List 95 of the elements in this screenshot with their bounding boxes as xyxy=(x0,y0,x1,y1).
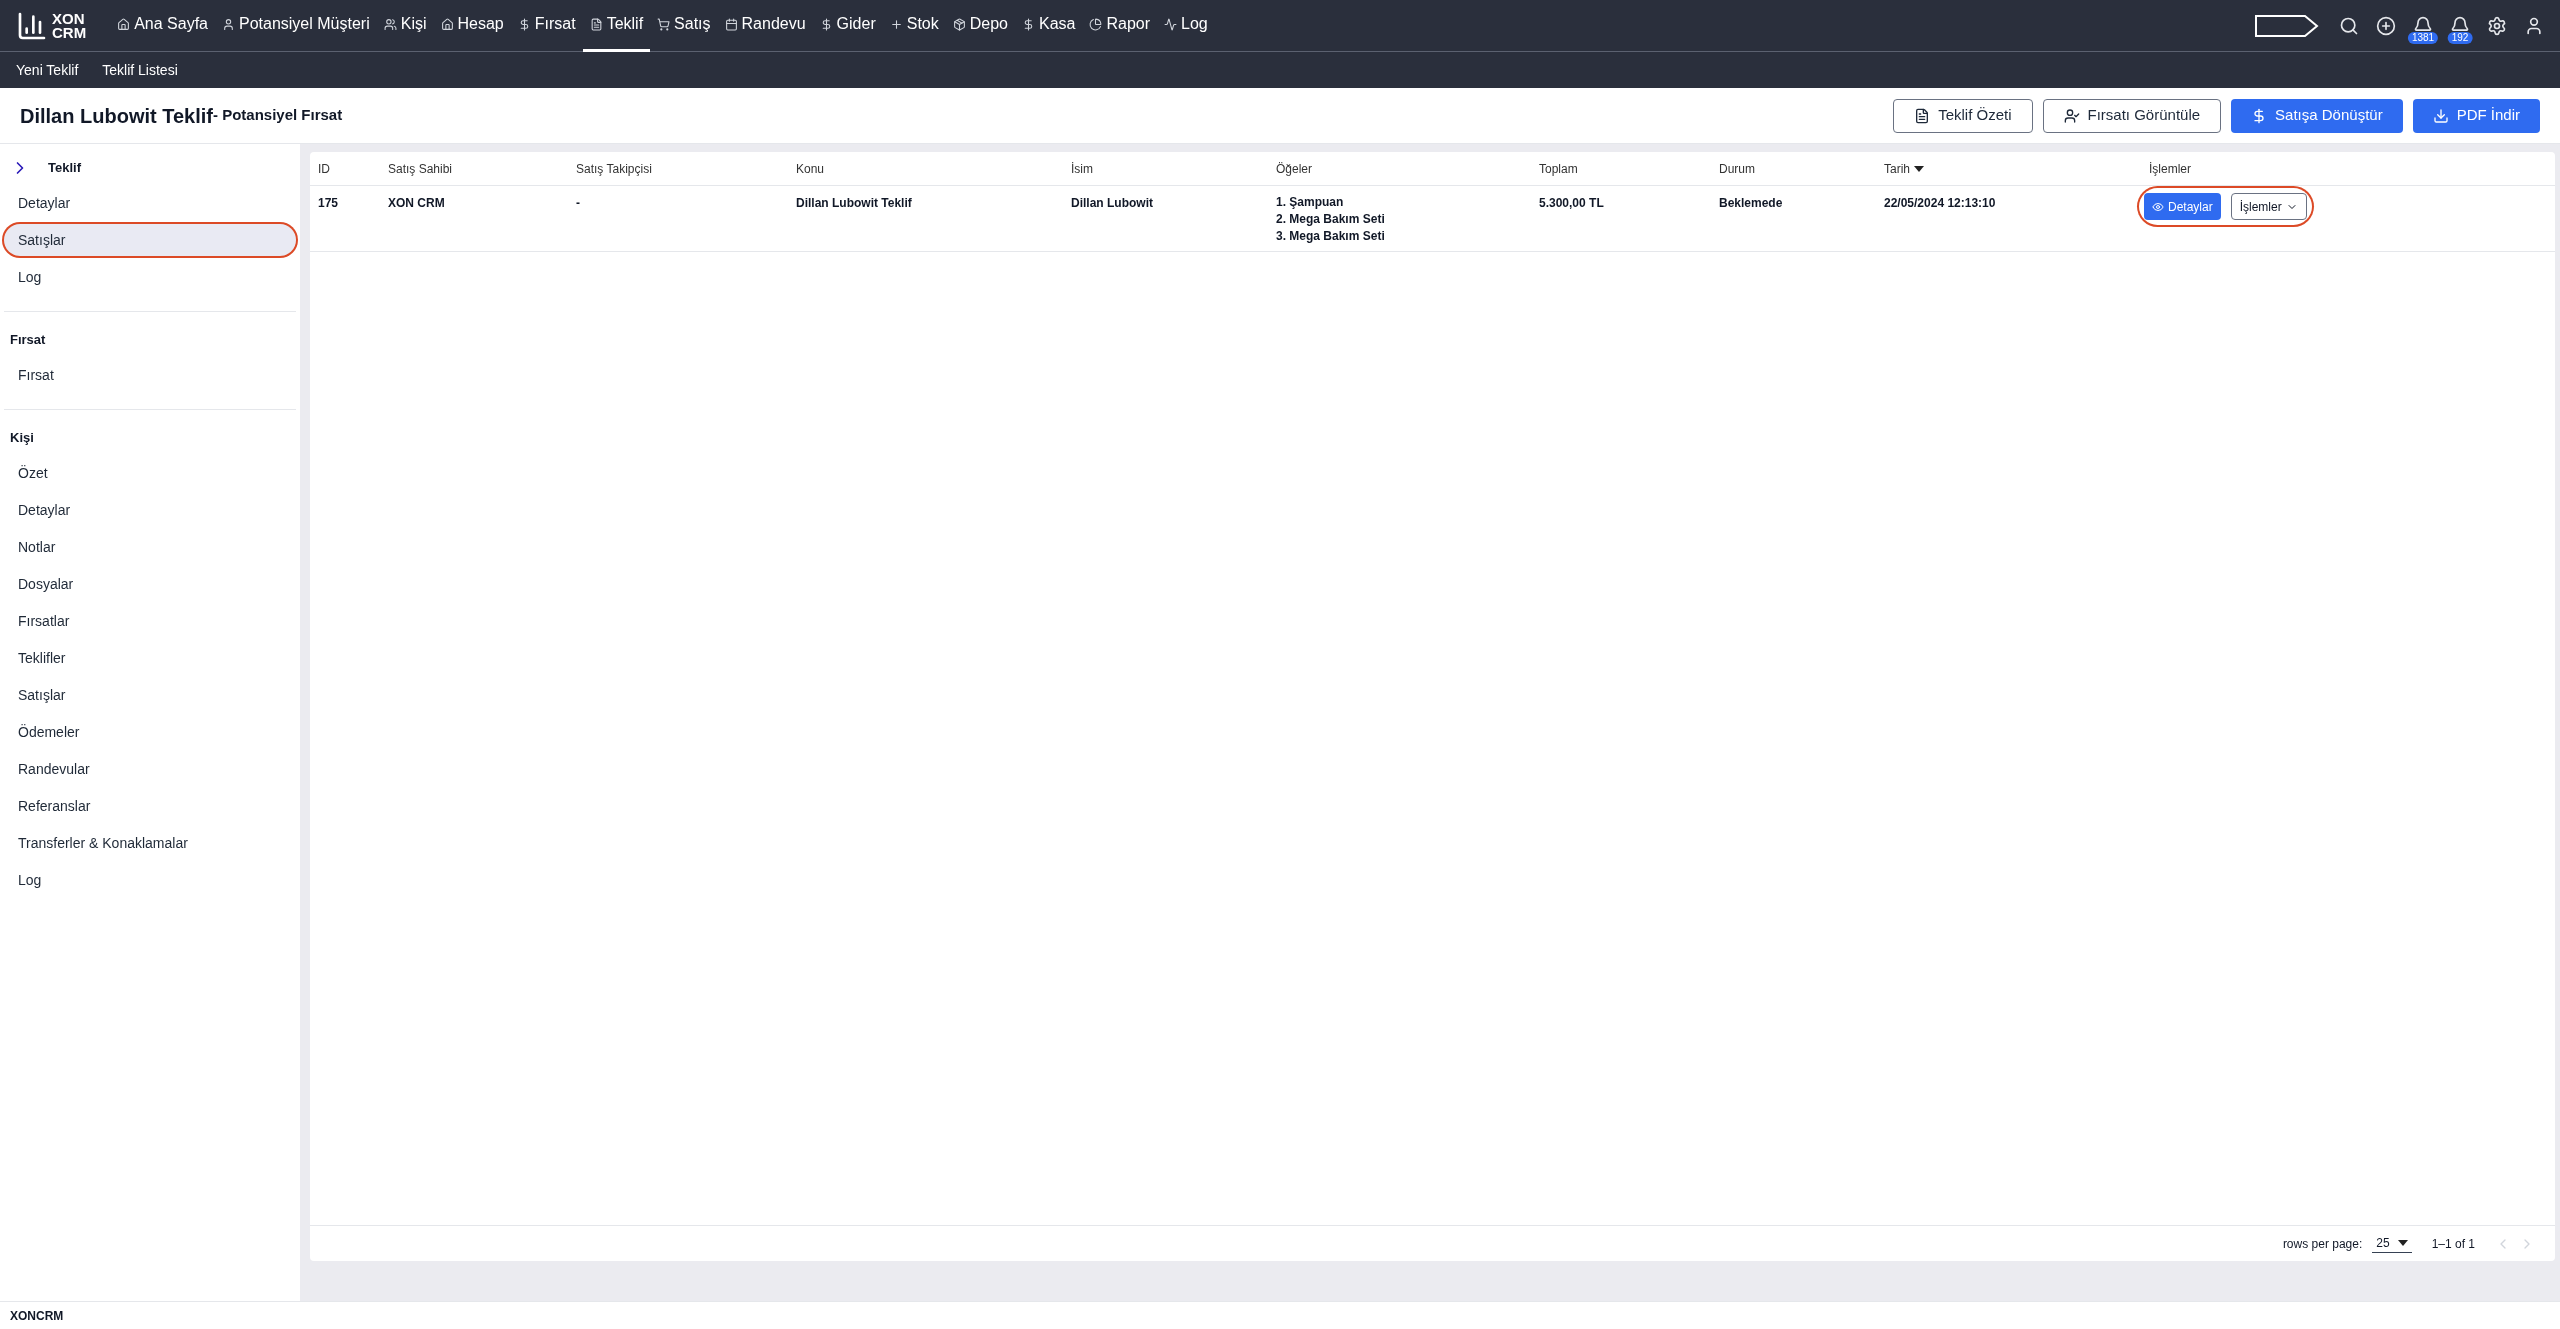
column-header[interactable]: ID xyxy=(318,159,330,178)
calendar-icon xyxy=(724,17,738,31)
item-entry: 2. Mega Bakım Seti xyxy=(1276,211,1386,228)
eye-icon xyxy=(2152,200,2164,213)
nav-tab[interactable]: Stok xyxy=(882,0,946,52)
nav-tab[interactable]: Kasa xyxy=(1015,0,1083,52)
footer-text: XONCRM xyxy=(10,1307,64,1325)
user-check-icon xyxy=(2063,107,2080,124)
table-cell: 5.300,00 TL xyxy=(1539,196,1604,210)
nav-tab[interactable]: Hesap xyxy=(433,0,511,52)
sidebar-item[interactable]: Transferler & Konaklamalar xyxy=(4,827,296,859)
nav-tab[interactable]: Log xyxy=(1157,0,1215,52)
sidebar-item[interactable]: Ödemeler xyxy=(4,716,296,748)
dropdown-caret-icon xyxy=(2397,1240,2408,1246)
page-subtitle: - Potansiyel Fırsat xyxy=(212,105,343,126)
column-header[interactable]: Konu xyxy=(796,159,825,178)
document-icon xyxy=(1914,107,1931,124)
sidebar-item[interactable]: Özet xyxy=(4,457,296,489)
nav-tab[interactable]: Ana Sayfa xyxy=(110,0,215,52)
sidebar-item[interactable]: Dosyalar xyxy=(4,568,296,600)
table-cell: Dillan Lubowit Teklif xyxy=(796,196,912,210)
pie-chart-icon xyxy=(1089,17,1103,31)
nav-tab[interactable]: Gider xyxy=(812,0,883,52)
sidebar-section-title: Fırsat xyxy=(10,331,46,350)
user-icon[interactable] xyxy=(2524,15,2544,36)
action-button[interactable]: PDF İndir xyxy=(2412,98,2540,133)
sidebar-item[interactable]: Detaylar xyxy=(4,494,296,526)
logo-text: XON xyxy=(52,11,86,26)
sort-down-icon[interactable] xyxy=(1914,165,1924,172)
item-entry: 1. Şampuan xyxy=(1276,194,1345,211)
search-icon[interactable] xyxy=(2339,15,2359,36)
document-icon xyxy=(589,17,603,31)
notification-badge: 192 xyxy=(2447,31,2473,44)
rows-per-page-label: rows per page: xyxy=(2282,1235,2363,1253)
action-button[interactable]: Fırsatı Görüntüle xyxy=(2042,98,2222,133)
logo[interactable]: XON CRM xyxy=(16,9,87,42)
box-icon xyxy=(952,17,966,31)
nav-tab[interactable]: Randevu xyxy=(717,0,813,52)
column-header[interactable]: İsim xyxy=(1071,159,1093,178)
page-title: Dillan Lubowit Teklif xyxy=(20,103,213,129)
nav-tab[interactable]: Satış xyxy=(650,0,718,52)
sidebar-section-title: Kişi xyxy=(10,429,34,448)
nav-tab[interactable]: Depo xyxy=(945,0,1015,52)
actions-dropdown[interactable]: İşlemler xyxy=(2230,193,2307,220)
nav-tab[interactable]: Potansiyel Müşteri xyxy=(215,0,377,52)
nav-tab[interactable]: Kişi xyxy=(376,0,434,52)
sidebar-item[interactable]: Detaylar xyxy=(4,187,296,219)
page-range: 1–1 of 1 xyxy=(2431,1235,2475,1253)
sidebar-item[interactable]: Notlar xyxy=(4,531,296,563)
nav-tab[interactable]: Fırsat xyxy=(510,0,583,52)
logo-text: CRM xyxy=(52,25,87,40)
column-header[interactable]: Öğeler xyxy=(1276,159,1313,178)
column-header[interactable]: İşlemler xyxy=(2149,159,2191,178)
user-icon xyxy=(222,17,235,31)
column-header[interactable]: Satış Sahibi xyxy=(388,159,453,178)
sub-nav-link[interactable]: Yeni Teklif xyxy=(16,59,79,81)
users-icon xyxy=(383,17,397,31)
column-header[interactable]: Tarih xyxy=(1884,159,1910,178)
table-cell: 175 xyxy=(318,196,339,210)
column-header[interactable]: Durum xyxy=(1719,159,1755,178)
sidebar-item[interactable]: Fırsat xyxy=(4,359,296,391)
sub-nav-link[interactable]: Teklif Listesi xyxy=(102,59,178,81)
rows-per-page-select[interactable]: 25 xyxy=(2372,1234,2412,1253)
item-entry: 3. Mega Bakım Seti xyxy=(1276,228,1386,245)
sidebar-section-title: Teklif xyxy=(48,159,81,178)
table-cell: - xyxy=(576,196,580,210)
table-cell: Dillan Lubowit xyxy=(1071,196,1153,210)
sidebar-item[interactable]: Fırsatlar xyxy=(4,605,296,637)
dollar-icon xyxy=(1022,17,1035,31)
sidebar-item[interactable]: Randevular xyxy=(4,753,296,785)
table-cell: 22/05/2024 12:13:10 xyxy=(1884,196,1996,210)
action-button[interactable]: Satışa Dönüştür xyxy=(2231,98,2403,133)
details-button[interactable]: Detaylar xyxy=(2144,193,2221,220)
arrow-tag-icon xyxy=(2255,14,2319,37)
home-icon xyxy=(440,17,454,31)
home-icon xyxy=(117,17,131,31)
activity-icon xyxy=(1164,17,1178,31)
cart-icon xyxy=(657,17,671,31)
sidebar-item[interactable]: Teklifler xyxy=(4,642,296,674)
download-icon xyxy=(2432,107,2449,124)
sidebar-item[interactable]: Log xyxy=(4,864,296,896)
sidebar-item[interactable]: Satışlar xyxy=(4,224,296,256)
plus-icon xyxy=(889,17,903,31)
sidebar-item[interactable]: Satışlar xyxy=(4,679,296,711)
sidebar-item[interactable]: Log xyxy=(4,261,296,293)
sidebar-item[interactable]: Referanslar xyxy=(4,790,296,822)
add-icon[interactable] xyxy=(2376,15,2396,36)
column-header[interactable]: Toplam xyxy=(1539,159,1578,178)
nav-tab[interactable]: Rapor xyxy=(1082,0,1158,52)
table-cell: Beklemede xyxy=(1719,196,1783,210)
settings-icon[interactable] xyxy=(2487,15,2507,36)
table-cell: XON CRM xyxy=(388,196,445,210)
column-header[interactable]: Satış Takipçisi xyxy=(576,159,652,178)
notification-badge: 1381 xyxy=(2407,31,2439,44)
action-button[interactable]: Teklif Özeti xyxy=(1893,98,2033,133)
